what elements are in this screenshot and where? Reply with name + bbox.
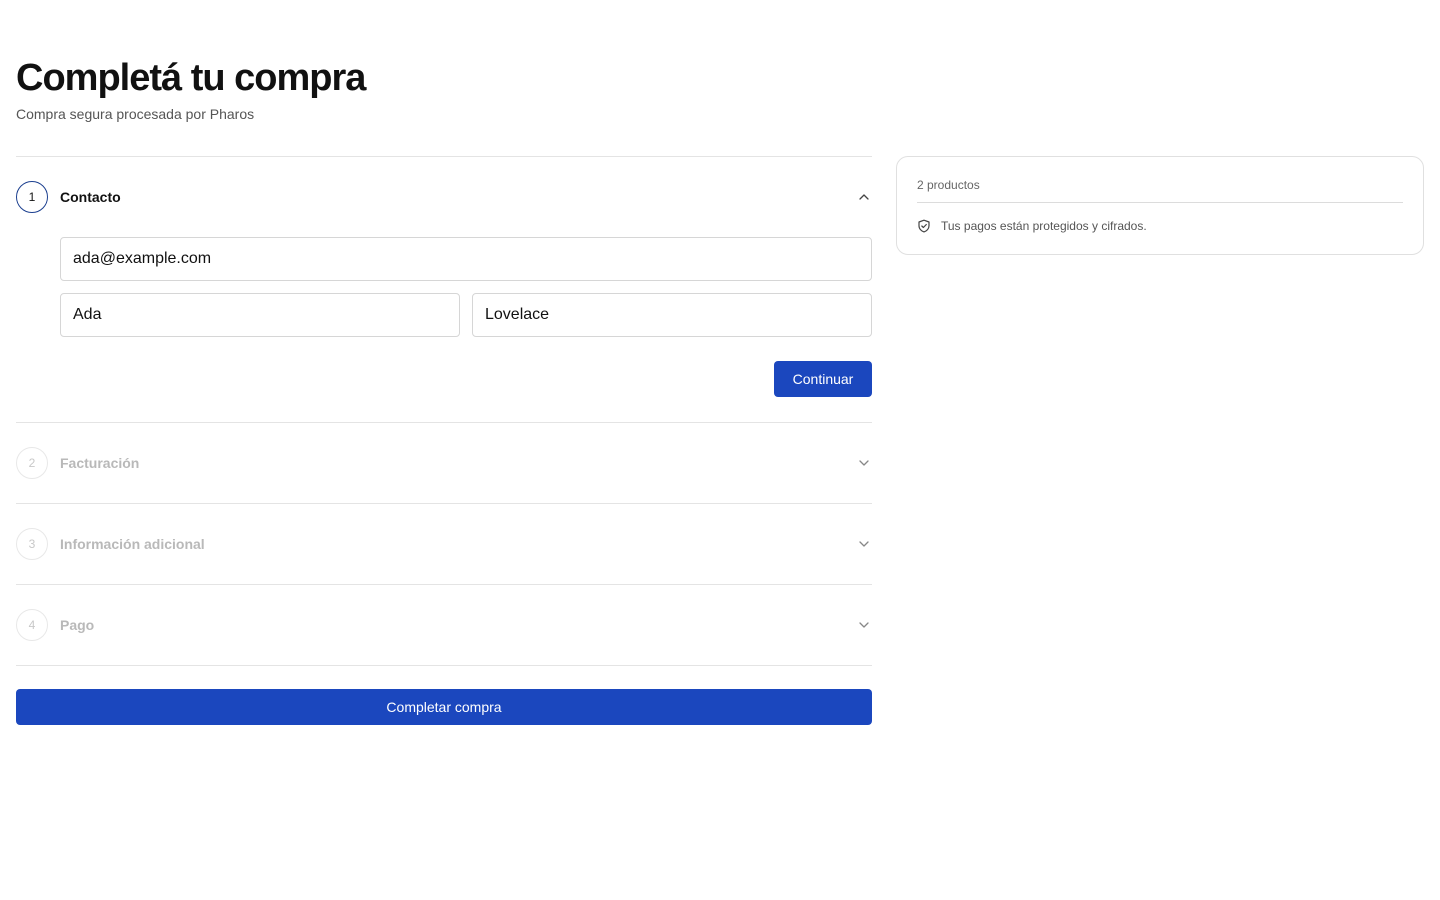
chevron-down-icon[interactable] bbox=[858, 457, 870, 469]
step-contact-body: Continuar bbox=[16, 237, 872, 422]
step-contact: 1 Contacto Continuar bbox=[16, 156, 872, 422]
step-title: Pago bbox=[60, 617, 95, 633]
step-additional-info-header[interactable]: 3 Información adicional bbox=[16, 504, 872, 584]
continue-button[interactable]: Continuar bbox=[774, 361, 872, 397]
secure-note: Tus pagos están protegidos y cifrados. bbox=[917, 219, 1403, 233]
first-name-field[interactable] bbox=[60, 293, 460, 337]
step-payment: 4 Pago bbox=[16, 584, 872, 666]
step-title: Facturación bbox=[60, 455, 140, 471]
page-subtitle: Compra segura procesada por Pharos bbox=[16, 106, 255, 122]
name-row bbox=[60, 293, 872, 337]
step-billing: 2 Facturación bbox=[16, 422, 872, 503]
email-field[interactable] bbox=[60, 237, 872, 281]
step-number: 2 bbox=[16, 447, 48, 479]
step-contact-header[interactable]: 1 Contacto bbox=[16, 157, 872, 237]
checkout-steps: 1 Contacto Continuar 2 Facturación bbox=[16, 156, 872, 666]
step-additional-info: 3 Información adicional bbox=[16, 503, 872, 584]
chevron-down-icon[interactable] bbox=[858, 619, 870, 631]
checkout-page: Completá tu compra Compra segura procesa… bbox=[0, 0, 1440, 900]
step-payment-header[interactable]: 4 Pago bbox=[16, 585, 872, 665]
step-billing-header[interactable]: 2 Facturación bbox=[16, 423, 872, 503]
step-number: 1 bbox=[16, 181, 48, 213]
page-title: Completá tu compra bbox=[16, 57, 366, 99]
step-title: Información adicional bbox=[60, 536, 205, 552]
last-name-field[interactable] bbox=[472, 293, 872, 337]
chevron-up-icon[interactable] bbox=[858, 191, 870, 203]
secure-note-text: Tus pagos están protegidos y cifrados. bbox=[941, 219, 1147, 233]
complete-purchase-button[interactable]: Completar compra bbox=[16, 689, 872, 725]
step-number: 3 bbox=[16, 528, 48, 560]
chevron-down-icon[interactable] bbox=[858, 538, 870, 550]
step-title: Contacto bbox=[60, 189, 121, 205]
product-count: 2 productos bbox=[917, 177, 1403, 203]
shield-check-icon bbox=[918, 219, 930, 233]
order-summary: 2 productos Tus pagos están protegidos y… bbox=[896, 156, 1424, 255]
step-number: 4 bbox=[16, 609, 48, 641]
